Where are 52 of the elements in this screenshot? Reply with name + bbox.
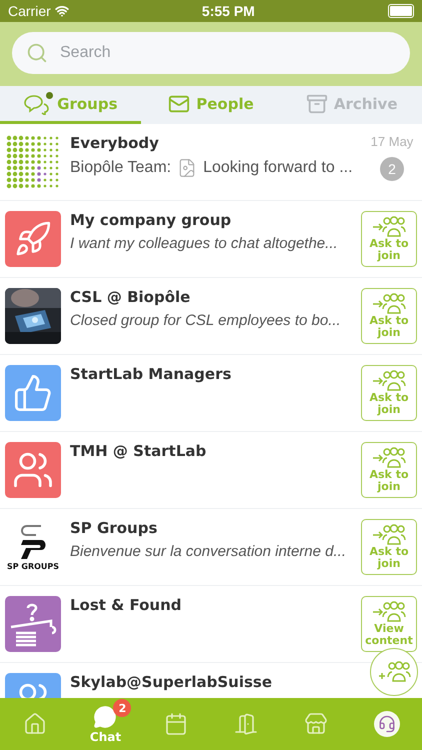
dot-grid-logo (5, 134, 61, 190)
tab[interactable]: Archive (281, 86, 422, 124)
join-button[interactable]: Ask to join (361, 211, 417, 267)
notification-badge: 2 (113, 699, 132, 717)
group-title: Skylab@SuperlabSuisse (70, 673, 274, 691)
logo-text: SP GROUPS (6, 562, 60, 571)
nav-tab[interactable]: Chat 2 (70, 698, 141, 750)
add-group-icon (377, 661, 411, 683)
join-button[interactable]: Ask to join (361, 442, 417, 498)
search-icon (26, 42, 48, 64)
home-icon (23, 712, 48, 736)
message-date: 17 May (370, 134, 414, 149)
sender-name: Biopôle Team: (70, 159, 172, 177)
group-description: Bienvenue sur la conversation interne d... (70, 543, 347, 560)
group-title: CSL @ Biopôle (70, 288, 192, 306)
group-title: Lost & Found (70, 596, 183, 614)
battery-icon (388, 4, 414, 18)
group-title: SP Groups (70, 519, 158, 537)
join-group-icon (372, 524, 406, 546)
search-field[interactable]: Search (12, 32, 410, 74)
chat-icon (93, 704, 118, 728)
unread-count: 2 (380, 157, 404, 181)
wifi-icon (54, 4, 69, 18)
join-group-icon (372, 370, 406, 392)
thumbs-up-icon (13, 373, 53, 413)
group-title: TMH @ StartLab (70, 442, 208, 460)
join-button[interactable]: Ask to join (361, 288, 417, 344)
join-button[interactable]: View content (361, 596, 417, 652)
join-group-icon (372, 216, 406, 238)
join-button[interactable]: Ask to join (361, 519, 417, 575)
headset-icon (378, 715, 396, 733)
tab[interactable]: Groups (0, 86, 141, 124)
group-title: My company group (70, 211, 232, 229)
archive-icon (306, 92, 328, 114)
join-group-icon (372, 447, 406, 469)
conversation-title: Everybody (70, 134, 160, 152)
group-description: Closed group for CSL employees to bo... (70, 312, 342, 329)
rocket-icon (14, 220, 52, 258)
join-button[interactable]: Ask to join (361, 365, 417, 421)
group-description: I want my colleagues to chat altogethe... (70, 235, 339, 252)
join-group-icon (372, 601, 406, 623)
carrier-label: Carrier (8, 3, 51, 19)
store-icon (304, 712, 328, 736)
message-preview: Looking forward to ... (203, 159, 353, 177)
calendar-icon (164, 712, 188, 736)
group-title: StartLab Managers (70, 365, 232, 383)
chat-bubbles-icon (23, 92, 52, 114)
join-group-icon (372, 293, 406, 315)
door-icon (234, 712, 258, 736)
tab[interactable]: People (140, 86, 282, 124)
clock-time: 5:55 PM (202, 3, 255, 19)
new-group-button[interactable] (370, 648, 418, 696)
